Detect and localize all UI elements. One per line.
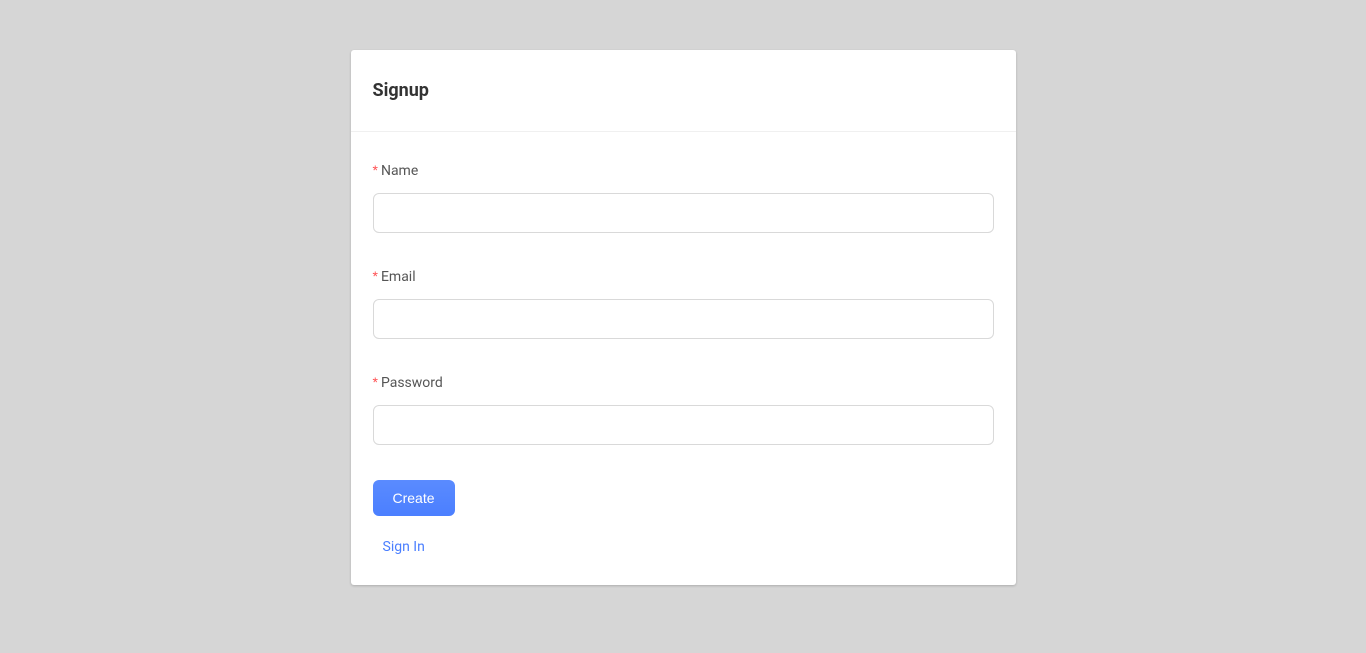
signin-link-row: Sign In: [373, 536, 994, 565]
create-button[interactable]: Create: [373, 480, 455, 516]
form-actions: Create: [373, 480, 994, 516]
name-input[interactable]: [373, 193, 994, 233]
card-body: *Name *Email *Password Create Sign I: [351, 132, 1016, 585]
signup-card: Signup *Name *Email *Password: [351, 50, 1016, 585]
form-item-password: *Password: [373, 374, 994, 445]
signin-link[interactable]: Sign In: [383, 539, 425, 555]
name-label-text: Name: [381, 163, 418, 179]
email-input[interactable]: [373, 299, 994, 339]
password-label: *Password: [373, 374, 994, 391]
signup-form: *Name *Email *Password Create Sign I: [373, 162, 994, 565]
form-item-name: *Name: [373, 162, 994, 233]
email-label-text: Email: [381, 269, 416, 285]
card-header: Signup: [351, 50, 1016, 132]
name-label: *Name: [373, 162, 994, 179]
password-input[interactable]: [373, 405, 994, 445]
email-label: *Email: [373, 268, 994, 285]
required-asterisk-icon: *: [373, 268, 378, 284]
password-label-text: Password: [381, 375, 443, 391]
card-title: Signup: [373, 80, 994, 101]
form-item-email: *Email: [373, 268, 994, 339]
required-asterisk-icon: *: [373, 374, 378, 390]
required-asterisk-icon: *: [373, 162, 378, 178]
